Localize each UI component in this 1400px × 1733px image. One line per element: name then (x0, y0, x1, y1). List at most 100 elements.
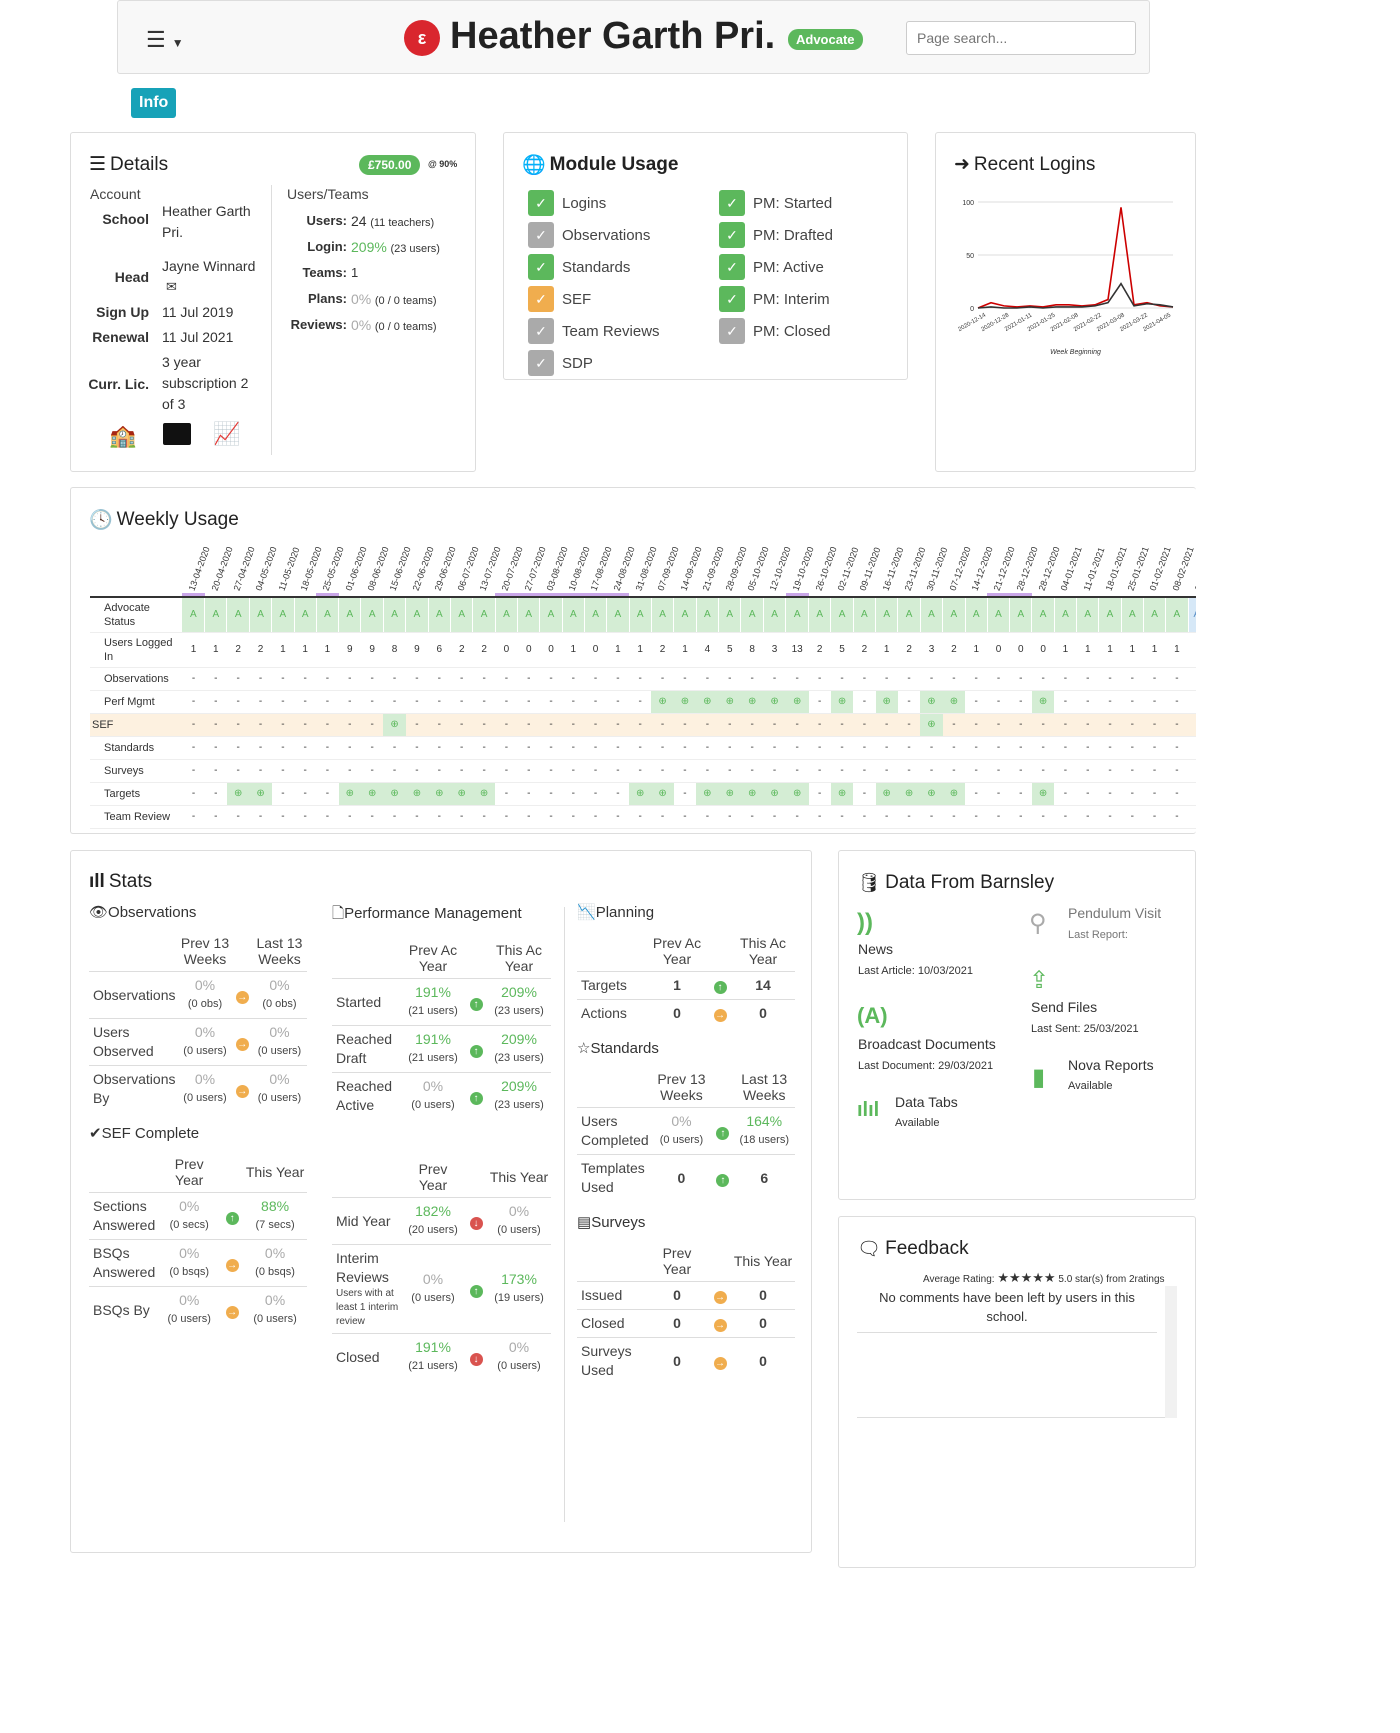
bar-chart-icon[interactable]: ılıl (857, 1099, 879, 1122)
stat-prev: 191% (415, 984, 451, 1000)
usage-cell[interactable]: ⊕ (875, 690, 898, 714)
usage-cell[interactable]: ⊕ (673, 690, 697, 714)
envelope-icon[interactable]: ✉ (166, 279, 177, 295)
module-icon: ✓ (528, 350, 554, 376)
chart-line-icon[interactable]: 📈 (213, 421, 240, 447)
usage-cell[interactable]: ⊕ (226, 782, 250, 806)
news-sub: Last Article: 10/03/2021 (858, 965, 973, 977)
broadcast-link[interactable]: Broadcast Documents (858, 1036, 996, 1052)
status-cell: A (562, 597, 585, 633)
usage-cell[interactable]: ⊕ (651, 690, 674, 714)
broadcast-icon[interactable]: (A) (857, 1003, 888, 1029)
usage-cell: - (1143, 690, 1166, 714)
usage-cell[interactable]: ⊕ (651, 782, 674, 806)
usage-cell[interactable]: ⊕ (740, 782, 764, 806)
usage-cell[interactable]: ⊕ (718, 782, 741, 806)
usage-cell[interactable]: ⊕ (942, 782, 966, 806)
usage-cell[interactable]: ⊕ (450, 782, 473, 806)
usage-cell: - (763, 736, 786, 760)
usage-cell[interactable]: ⊕ (875, 782, 898, 806)
module-left-3[interactable]: ✓ SEF (528, 283, 660, 315)
usage-cell: - (987, 667, 1010, 691)
usage-cell: - (808, 690, 831, 714)
map-marker-icon[interactable]: ⚲ (1029, 909, 1047, 938)
usage-cell[interactable]: ⊕ (763, 782, 786, 806)
scrollbar[interactable] (1165, 1286, 1177, 1418)
stat-row: Templates Used 0 ↑ 6 (577, 1154, 795, 1201)
module-left-1[interactable]: ✓ Observations (528, 219, 660, 251)
login-value: 209% (351, 239, 387, 255)
usage-cell[interactable]: ⊕ (830, 782, 854, 806)
usage-cell[interactable]: ⊕ (718, 690, 741, 714)
menu-button[interactable]: ☰ ▼ (146, 27, 184, 53)
usage-cell[interactable]: ⊕ (897, 782, 921, 806)
usage-cell: - (338, 736, 361, 760)
trend-icon: → (235, 1037, 249, 1051)
trend-icon: → (235, 990, 249, 1004)
usage-cell: - (763, 667, 786, 691)
usage-cell: - (1031, 736, 1055, 760)
module-right-2[interactable]: ✓ PM: Active (719, 251, 833, 283)
module-left-2[interactable]: ✓ Standards (528, 251, 660, 283)
usage-cell[interactable]: ⊕ (696, 782, 719, 806)
pendulum-link[interactable]: Pendulum Visit (1068, 905, 1161, 921)
news-link[interactable]: News (858, 941, 893, 957)
usage-cell[interactable]: ⊕ (383, 713, 406, 737)
module-right-1[interactable]: ✓ PM: Drafted (719, 219, 833, 251)
module-icon: ✓ (528, 190, 554, 216)
id-card-icon[interactable] (163, 423, 191, 445)
usage-cell[interactable]: ⊕ (785, 782, 809, 806)
usage-cell[interactable]: ⊕ (740, 690, 764, 714)
usage-cell[interactable]: ⊕ (338, 782, 361, 806)
usage-cell[interactable]: ⊕ (763, 690, 786, 714)
usage-cell: - (182, 736, 205, 760)
search-input[interactable] (906, 21, 1136, 55)
module-right-3[interactable]: ✓ PM: Interim (719, 283, 833, 315)
usage-cell[interactable]: ⊕ (383, 782, 406, 806)
usage-cell: - (1098, 713, 1122, 737)
usage-cell[interactable]: ⊕ (920, 782, 943, 806)
usage-cell: - (316, 690, 339, 714)
info-button[interactable]: Info (131, 88, 177, 118)
usage-cell[interactable]: ⊕ (629, 782, 652, 806)
send-files-link[interactable]: Send Files (1031, 999, 1097, 1015)
nova-link[interactable]: Nova Reports (1068, 1057, 1154, 1073)
usage-cell: - (517, 805, 540, 829)
file-report-icon[interactable]: ▮ (1032, 1063, 1045, 1092)
usage-cell[interactable]: ⊕ (405, 782, 429, 806)
status-cell: A (606, 597, 630, 633)
usage-cell: - (1143, 782, 1166, 806)
usage-cell[interactable]: ⊕ (249, 782, 272, 806)
usage-cell[interactable]: ⊕ (830, 690, 854, 714)
col-header: This Year (245, 1164, 305, 1180)
usage-cell: - (1076, 759, 1099, 783)
usage-cell: - (562, 713, 585, 737)
x-axis-label: Week Beginning (1050, 349, 1101, 356)
usage-cell: - (584, 690, 607, 714)
upload-icon[interactable]: ⇪ (1029, 966, 1049, 995)
module-left-4[interactable]: ✓ Team Reviews (528, 315, 660, 347)
usage-cell: - (651, 713, 674, 737)
module-left-5[interactable]: ✓ SDP (528, 347, 660, 379)
usage-cell[interactable]: ⊕ (785, 690, 809, 714)
school-icon[interactable]: 🏫 (109, 423, 136, 449)
module-left-0[interactable]: ✓ Logins (528, 187, 660, 219)
usage-cell[interactable]: ⊕ (920, 713, 943, 737)
module-right-4[interactable]: ✓ PM: Closed (719, 315, 833, 347)
usage-cell[interactable]: ⊕ (360, 782, 384, 806)
usage-cell[interactable]: ⊕ (1031, 690, 1055, 714)
usage-cell[interactable]: ⊕ (1031, 782, 1055, 806)
feedback-list[interactable]: No comments have been left by users in t… (857, 1286, 1177, 1418)
usage-cell: - (808, 782, 831, 806)
usage-cell[interactable]: ⊕ (696, 690, 719, 714)
usage-cell: - (428, 667, 451, 691)
data-tabs-link[interactable]: Data Tabs (895, 1094, 958, 1110)
rss-icon[interactable]: )) (857, 909, 873, 937)
module-right-0[interactable]: ✓ PM: Started (719, 187, 833, 219)
module-usage-title: Module Usage (549, 154, 679, 175)
usage-cell[interactable]: ⊕ (428, 782, 451, 806)
usage-cell: - (1009, 713, 1032, 737)
usage-cell[interactable]: ⊕ (920, 690, 943, 714)
usage-cell[interactable]: ⊕ (942, 690, 966, 714)
usage-cell[interactable]: ⊕ (472, 782, 496, 806)
